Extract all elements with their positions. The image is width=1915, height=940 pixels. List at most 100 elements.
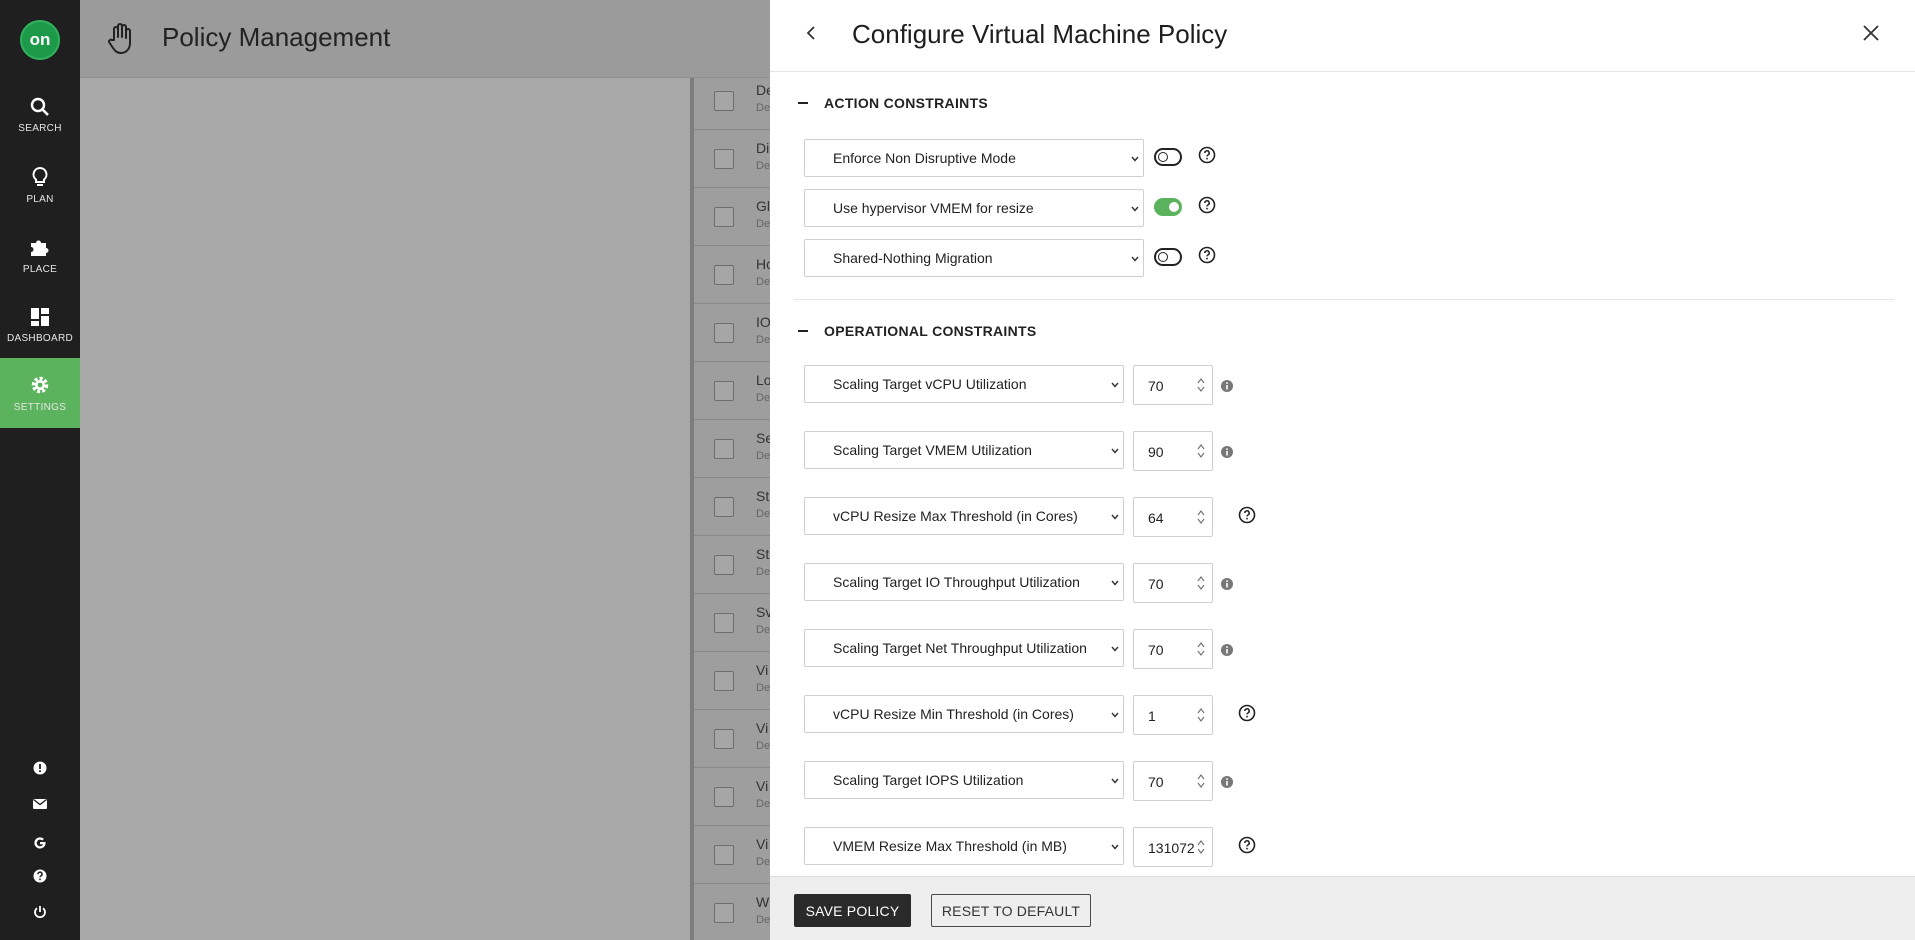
constraint-select[interactable]: Scaling Target Net Throughput Utilizatio… — [804, 629, 1124, 667]
constraint-select[interactable]: vCPU Resize Min Threshold (in Cores) — [804, 695, 1124, 733]
nav-item-plan[interactable]: PLAN — [0, 150, 80, 220]
row-checkbox[interactable] — [714, 207, 734, 227]
chevron-down-icon — [1110, 708, 1120, 722]
row-checkbox[interactable] — [714, 381, 734, 401]
row-subtitle: De — [756, 450, 771, 462]
row-subtitle: De — [756, 392, 771, 404]
app-logo[interactable]: on — [20, 20, 60, 60]
row-checkbox[interactable] — [714, 323, 734, 343]
row-subtitle: De — [756, 276, 771, 288]
save-policy-button[interactable]: SAVE POLICY — [794, 894, 911, 927]
help-icon[interactable] — [1238, 506, 1256, 524]
constraint-select[interactable]: Scaling Target IO Throughput Utilization — [804, 563, 1124, 601]
constraint-value-input[interactable]: 70 — [1133, 629, 1213, 669]
reset-to-default-button[interactable]: RESET TO DEFAULT — [931, 894, 1091, 927]
nav-item-search[interactable]: SEARCH — [0, 80, 80, 150]
row-checkbox[interactable] — [714, 671, 734, 691]
chevron-down-icon — [1110, 642, 1120, 656]
row-checkbox[interactable] — [714, 729, 734, 749]
nav-item-label: SETTINGS — [13, 401, 67, 413]
alert-icon[interactable] — [30, 758, 50, 778]
help-icon[interactable] — [1238, 704, 1256, 722]
close-icon — [1863, 25, 1879, 41]
constraint-select[interactable]: Scaling Target VMEM Utilization — [804, 431, 1124, 469]
spinner-icon[interactable] — [1196, 441, 1206, 461]
input-value: 70 — [1148, 774, 1164, 790]
row-checkbox[interactable] — [714, 787, 734, 807]
help-icon[interactable] — [1198, 246, 1216, 264]
row-checkbox[interactable] — [714, 613, 734, 633]
constraint-value-input[interactable]: 1 — [1133, 695, 1213, 735]
info-icon[interactable] — [1220, 379, 1234, 393]
constraint-value-input[interactable]: 70 — [1133, 563, 1213, 603]
chevron-left-icon — [806, 26, 815, 40]
spinner-icon[interactable] — [1196, 639, 1206, 659]
spinner-icon[interactable] — [1196, 771, 1206, 791]
spinner-icon[interactable] — [1196, 375, 1206, 395]
puzzle-icon — [31, 240, 49, 256]
row-name: W — [756, 894, 770, 910]
chevron-down-icon — [1110, 510, 1120, 524]
constraint-value-input[interactable]: 64 — [1133, 497, 1213, 537]
row-checkbox[interactable] — [714, 91, 734, 111]
collapse-icon[interactable] — [798, 330, 808, 332]
dashboard-icon — [31, 307, 49, 326]
select-value: vCPU Resize Min Threshold (in Cores) — [833, 706, 1074, 722]
power-icon[interactable] — [30, 902, 50, 922]
toggle-hypervisor-vmem[interactable] — [1154, 198, 1182, 216]
help-icon[interactable] — [1238, 836, 1256, 854]
info-icon[interactable] — [1220, 775, 1234, 789]
select-value: Shared-Nothing Migration — [833, 250, 993, 266]
close-button[interactable] — [1860, 22, 1882, 44]
constraint-select[interactable]: Scaling Target IOPS Utilization — [804, 761, 1124, 799]
nav-item-place[interactable]: PLACE — [0, 220, 80, 290]
constraint-value-input[interactable]: 70 — [1133, 365, 1213, 405]
action-select-non-disruptive[interactable]: Enforce Non Disruptive Mode — [804, 139, 1144, 177]
action-select-hypervisor-vmem[interactable]: Use hypervisor VMEM for resize — [804, 189, 1144, 227]
constraint-value-input[interactable]: 90 — [1133, 431, 1213, 471]
row-subtitle: De — [756, 682, 771, 694]
google-icon[interactable] — [30, 833, 50, 853]
nav-item-label: PLAN — [26, 193, 54, 205]
help-icon[interactable] — [1198, 196, 1216, 214]
panel-header: Configure Virtual Machine Policy — [770, 0, 1915, 72]
toggle-non-disruptive[interactable] — [1154, 148, 1182, 166]
spinner-icon[interactable] — [1196, 837, 1206, 857]
operational-constraints-header[interactable]: OPERATIONAL CONSTRAINTS — [798, 319, 1037, 343]
help-icon[interactable] — [30, 866, 50, 886]
row-checkbox[interactable] — [714, 149, 734, 169]
spinner-icon[interactable] — [1196, 573, 1206, 593]
row-checkbox[interactable] — [714, 265, 734, 285]
constraint-value-input[interactable]: 70 — [1133, 761, 1213, 801]
constraint-value-input[interactable]: 131072 — [1133, 827, 1213, 867]
spinner-icon[interactable] — [1196, 507, 1206, 527]
row-checkbox[interactable] — [714, 497, 734, 517]
info-icon[interactable] — [1220, 577, 1234, 591]
collapse-icon[interactable] — [798, 102, 808, 104]
row-checkbox[interactable] — [714, 845, 734, 865]
spinner-icon[interactable] — [1196, 705, 1206, 725]
section-divider — [794, 299, 1894, 300]
chevron-down-icon — [1130, 202, 1140, 216]
row-checkbox[interactable] — [714, 439, 734, 459]
info-icon[interactable] — [1220, 445, 1234, 459]
row-name: Gl — [756, 198, 770, 214]
mail-icon[interactable] — [30, 794, 50, 814]
configure-policy-panel: Configure Virtual Machine Policy ACTION … — [770, 0, 1915, 940]
chevron-down-icon — [1110, 444, 1120, 458]
toggle-shared-nothing[interactable] — [1154, 248, 1182, 266]
row-checkbox[interactable] — [714, 555, 734, 575]
action-constraints-header[interactable]: ACTION CONSTRAINTS — [798, 91, 988, 115]
nav-item-dashboard[interactable]: DASHBOARD — [0, 290, 80, 360]
constraint-select[interactable]: vCPU Resize Max Threshold (in Cores) — [804, 497, 1124, 535]
info-icon[interactable] — [1220, 643, 1234, 657]
help-icon[interactable] — [1198, 146, 1216, 164]
constraint-select[interactable]: Scaling Target vCPU Utilization — [804, 365, 1124, 403]
nav-item-settings[interactable]: SETTINGS — [0, 358, 80, 428]
action-select-shared-nothing[interactable]: Shared-Nothing Migration — [804, 239, 1144, 277]
back-button[interactable] — [800, 22, 822, 44]
select-value: Scaling Target Net Throughput Utilizatio… — [833, 640, 1087, 656]
constraint-select[interactable]: VMEM Resize Max Threshold (in MB) — [804, 827, 1124, 865]
row-checkbox[interactable] — [714, 903, 734, 923]
select-value: VMEM Resize Max Threshold (in MB) — [833, 838, 1067, 854]
